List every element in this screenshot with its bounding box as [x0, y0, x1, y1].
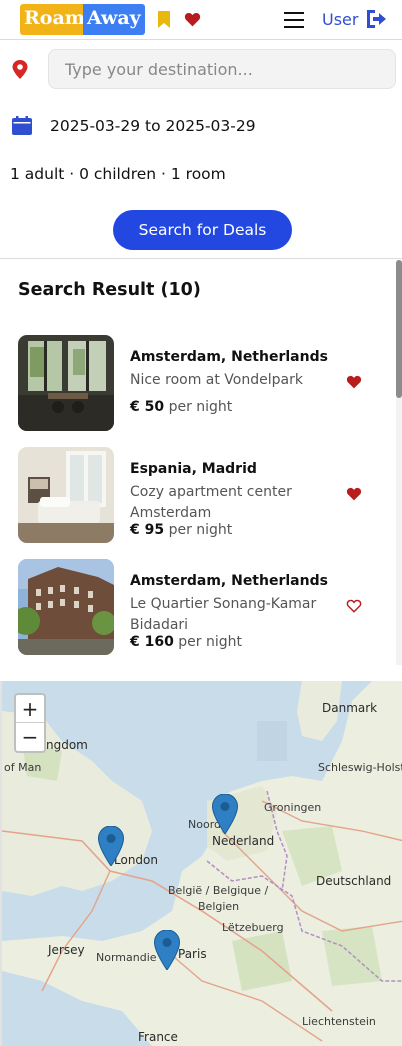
listing-photo[interactable] [18, 559, 114, 655]
map-label: Groningen [264, 801, 322, 814]
calendar-icon [12, 116, 32, 135]
listing-city: Espania, Madrid [130, 461, 257, 477]
map-label: of Man [4, 761, 42, 774]
listing-city: Amsterdam, Netherlands [130, 349, 328, 365]
listing-photo[interactable] [18, 447, 114, 543]
price-amount: € 50 [130, 399, 165, 415]
map-label: ngdom [46, 738, 88, 752]
favorite-heart-icon[interactable] [346, 487, 362, 501]
logout-icon[interactable] [365, 9, 387, 29]
user-link[interactable]: User [322, 10, 358, 29]
listing-name[interactable]: Nice room at Vondelpark [130, 370, 330, 391]
map-label: Nederland [212, 834, 275, 848]
zoom-in-button[interactable]: + [16, 695, 44, 723]
app-header: Roam Away User [0, 0, 402, 40]
map-label: Normandie [96, 951, 157, 964]
logo-roam: Roam [20, 4, 85, 35]
map-label: Deutschland [316, 874, 392, 888]
result-card[interactable]: Espania, Madrid Cozy apartment center Am… [18, 447, 394, 543]
map-label: Belgien [198, 900, 240, 913]
price-unit: per night [178, 634, 243, 650]
map-marker-icon[interactable] [154, 930, 180, 970]
result-card[interactable]: Amsterdam, Netherlands Nice room at Vond… [18, 335, 394, 431]
logo-away: Away [83, 4, 145, 35]
divider [0, 258, 402, 259]
logo[interactable]: Roam Away [20, 4, 145, 35]
price-unit: per night [168, 522, 233, 538]
map-marker-icon[interactable] [212, 794, 238, 834]
map-tiles [2, 681, 402, 1046]
destination-input[interactable] [48, 49, 396, 89]
location-pin-icon [12, 60, 28, 79]
date-range-picker[interactable]: 2025-03-29 to 2025-03-29 [50, 117, 256, 135]
listing-price: € 50 per night [130, 399, 232, 415]
listing-name[interactable]: Cozy apartment center Amsterdam [130, 482, 330, 524]
listing-city: Amsterdam, Netherlands [130, 573, 328, 589]
map-zoom-control: + − [14, 693, 46, 753]
favorite-heart-icon[interactable] [346, 375, 362, 389]
results-title: Search Result (10) [18, 280, 201, 300]
guests-selector[interactable]: 1 adult · 0 children · 1 room [10, 165, 226, 183]
listing-price: € 160 per night [130, 634, 242, 650]
price-unit: per night [168, 399, 233, 415]
bookmark-icon[interactable] [157, 11, 171, 28]
price-amount: € 95 [130, 522, 165, 538]
map-label: Schleswig-Holstein [318, 761, 402, 774]
map-label: Paris [178, 947, 207, 961]
listing-price: € 95 per night [130, 522, 232, 538]
favorite-heart-outline-icon[interactable] [346, 599, 362, 613]
search-deals-button[interactable]: Search for Deals [113, 210, 292, 250]
map-label: France [138, 1030, 178, 1044]
map-marker-icon[interactable] [98, 826, 124, 866]
map-label: Liechtenstein [302, 1015, 376, 1028]
map-label: België / Belgique / [168, 884, 269, 897]
price-amount: € 160 [130, 634, 174, 650]
hamburger-menu-icon[interactable] [284, 12, 304, 28]
results-map[interactable]: + − ngdom of Man London Nederland Noord … [0, 681, 402, 1046]
map-label: Lëtzebuerg [222, 921, 284, 934]
result-card[interactable]: Amsterdam, Netherlands Le Quartier Sonan… [18, 559, 394, 655]
map-label: Danmark [322, 701, 378, 715]
scrollbar-thumb[interactable] [396, 260, 402, 398]
zoom-out-button[interactable]: − [16, 723, 44, 751]
listing-photo[interactable] [18, 335, 114, 431]
listing-name[interactable]: Le Quartier Sonang-Kamar Bidadari [130, 594, 330, 636]
heart-icon[interactable] [184, 12, 201, 27]
map-label: Jersey [48, 943, 85, 957]
